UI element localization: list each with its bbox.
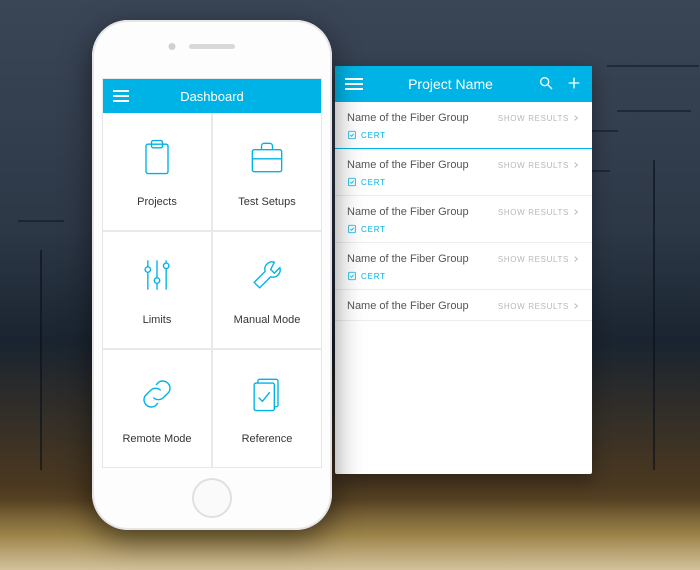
show-results-label: SHOW RESULTS (498, 161, 569, 170)
show-results-label: SHOW RESULTS (498, 255, 569, 264)
fiber-group-name: Name of the Fiber Group (347, 300, 469, 312)
show-results-label: SHOW RESULTS (498, 114, 569, 123)
search-icon[interactable] (538, 75, 554, 94)
link-icon (135, 372, 179, 421)
cert-badge: CERT (347, 130, 580, 140)
sliders-icon (135, 253, 179, 302)
tile-label: Manual Mode (234, 314, 301, 326)
cert-badge: CERT (347, 224, 580, 234)
fiber-group-row[interactable]: Name of the Fiber Group SHOW RESULTS CERT (335, 102, 592, 149)
tile-label: Remote Mode (122, 433, 191, 445)
fiber-group-row[interactable]: Name of the Fiber Group SHOW RESULTS CERT (335, 243, 592, 290)
wrench-icon (245, 253, 289, 302)
document-check-icon (245, 372, 289, 421)
menu-icon[interactable] (113, 90, 129, 102)
phone-earpiece (189, 44, 235, 49)
dashboard-screen: Dashboard Projects Test Setups Limits Manua… (102, 78, 322, 468)
fiber-group-row[interactable]: Name of the Fiber Group SHOW RESULTS CERT (335, 196, 592, 243)
tile-projects[interactable]: Projects (103, 113, 211, 230)
fiber-group-name: Name of the Fiber Group (347, 206, 469, 218)
show-results-button[interactable]: SHOW RESULTS (498, 114, 580, 123)
show-results-button[interactable]: SHOW RESULTS (498, 208, 580, 217)
chevron-right-icon (572, 161, 580, 169)
cert-badge: CERT (347, 271, 580, 281)
dashboard-header: Dashboard (103, 79, 321, 113)
project-screen: Project Name Name of the Fiber Group SHOW… (335, 66, 592, 474)
cert-badge: CERT (347, 177, 580, 187)
fiber-group-row[interactable]: Name of the Fiber Group SHOW RESULTS (335, 290, 592, 321)
phone-sensor (169, 43, 176, 50)
fiber-group-row[interactable]: Name of the Fiber Group SHOW RESULTS CERT (335, 149, 592, 196)
tile-limits[interactable]: Limits (103, 232, 211, 349)
show-results-button[interactable]: SHOW RESULTS (498, 161, 580, 170)
dashboard-grid: Projects Test Setups Limits Manual Mode Remo… (103, 113, 321, 467)
clipboard-icon (135, 135, 179, 184)
home-button[interactable] (192, 478, 232, 518)
tile-label: Limits (143, 314, 172, 326)
tile-manual-mode[interactable]: Manual Mode (213, 232, 321, 349)
fiber-group-name: Name of the Fiber Group (347, 159, 469, 171)
tile-label: Projects (137, 196, 177, 208)
cert-label: CERT (361, 178, 386, 187)
tile-label: Test Setups (238, 196, 295, 208)
chevron-right-icon (572, 255, 580, 263)
phone-device: Dashboard Projects Test Setups Limits Manua… (92, 20, 332, 530)
dashboard-title: Dashboard (129, 89, 295, 104)
cert-label: CERT (361, 225, 386, 234)
chevron-right-icon (572, 302, 580, 310)
project-title: Project Name (363, 76, 538, 92)
background-tower (653, 160, 655, 470)
tile-reference[interactable]: Reference (213, 350, 321, 467)
fiber-group-list: Name of the Fiber GroupSHOW RESULTSCERTN… (335, 102, 592, 321)
briefcase-icon (245, 135, 289, 184)
chevron-right-icon (572, 114, 580, 122)
background-tower (40, 250, 42, 470)
tile-test-setups[interactable]: Test Setups (213, 113, 321, 230)
fiber-group-name: Name of the Fiber Group (347, 112, 469, 124)
menu-icon[interactable] (345, 78, 363, 90)
fiber-group-name: Name of the Fiber Group (347, 253, 469, 265)
show-results-label: SHOW RESULTS (498, 208, 569, 217)
cert-label: CERT (361, 131, 386, 140)
chevron-right-icon (572, 208, 580, 216)
show-results-button[interactable]: SHOW RESULTS (498, 302, 580, 311)
cert-label: CERT (361, 272, 386, 281)
show-results-button[interactable]: SHOW RESULTS (498, 255, 580, 264)
show-results-label: SHOW RESULTS (498, 302, 569, 311)
tile-label: Reference (242, 433, 293, 445)
project-header: Project Name (335, 66, 592, 102)
tile-remote-mode[interactable]: Remote Mode (103, 350, 211, 467)
add-icon[interactable] (566, 75, 582, 94)
